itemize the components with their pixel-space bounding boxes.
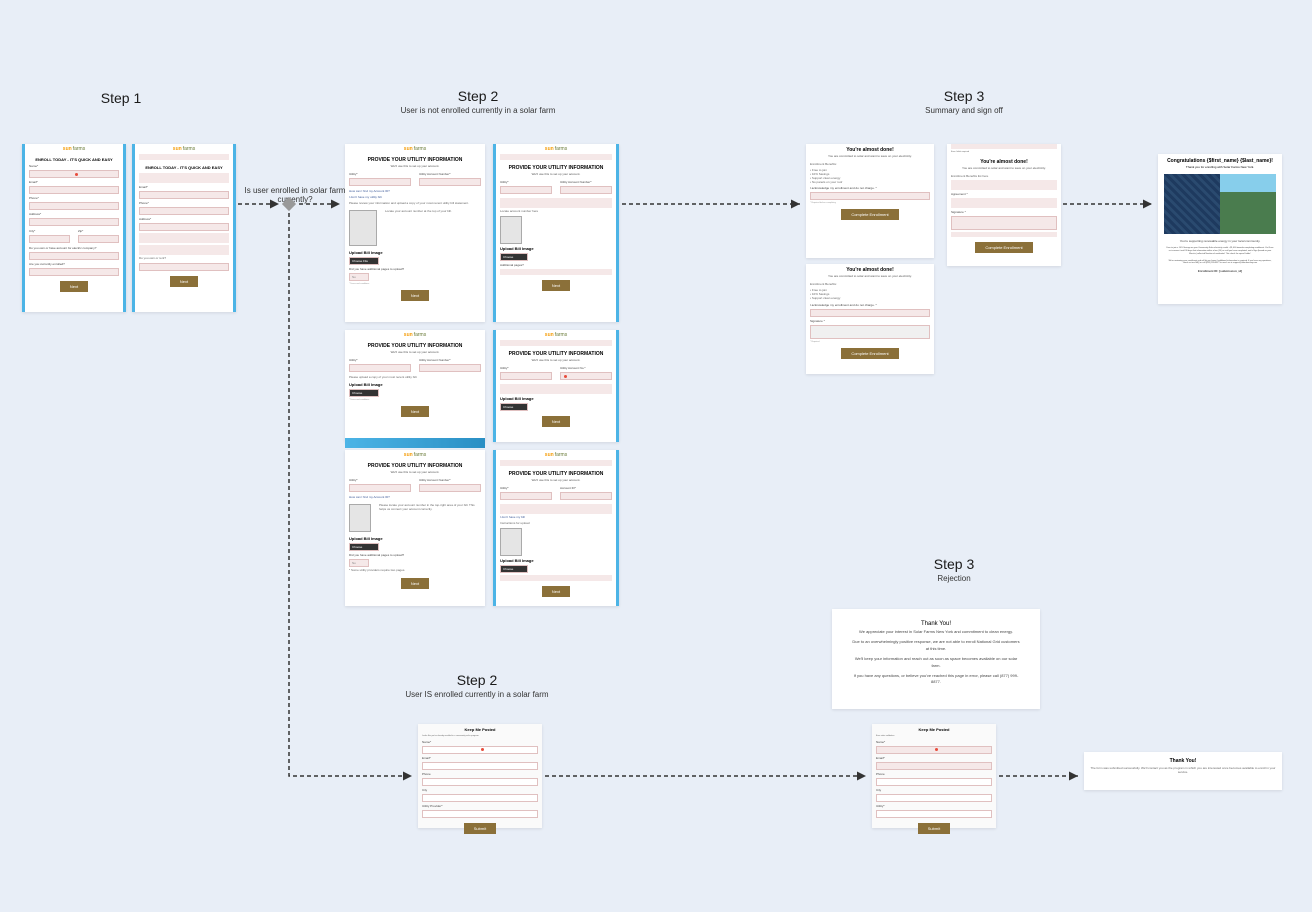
step2b-label: Step 2User IS enrolled currently in a so… bbox=[397, 672, 557, 699]
screen-keep-posted-1: Keep Me Posted Looks like you're already… bbox=[418, 724, 542, 828]
next-button[interactable]: Next bbox=[401, 290, 429, 301]
step2a-label: Step 2User is not enrolled currently in … bbox=[398, 88, 558, 115]
screen-utility-2: sunfarms PROVIDE YOUR UTILITY INFORMATIO… bbox=[345, 330, 485, 442]
screen-utility-3: sunfarms PROVIDE YOUR UTILITY INFORMATIO… bbox=[345, 450, 485, 606]
hero-image bbox=[1164, 174, 1276, 234]
submit-button[interactable]: Submit bbox=[918, 823, 950, 834]
complete-button[interactable]: Complete Enrollment bbox=[841, 209, 898, 220]
complete-button[interactable]: Complete Enrollment bbox=[841, 348, 898, 359]
next-button[interactable]: Next bbox=[542, 280, 570, 291]
screen-utility-2b: sunfarms PROVIDE YOUR UTILITY INFORMATIO… bbox=[493, 330, 619, 442]
decision-label: Is user enrolled in solar farm currently… bbox=[240, 186, 350, 204]
screen-summary-1: You're almost done! You are committed to… bbox=[806, 144, 934, 258]
screen-keep-posted-2: Keep Me Posted Error state validation Na… bbox=[872, 724, 996, 828]
screen-summary-2: Error: fields required You're almost don… bbox=[947, 144, 1061, 266]
next-button[interactable]: Next bbox=[401, 406, 429, 417]
next-button[interactable]: Next bbox=[401, 578, 429, 589]
step1-label: Step 1 bbox=[96, 90, 146, 106]
screen-enroll-1: sunfarms ENROLL TODAY - IT'S QUICK AND E… bbox=[22, 144, 126, 312]
screen-enroll-2: sunfarms ENROLL TODAY - IT'S QUICK AND E… bbox=[132, 144, 236, 312]
screen-utility-3b: sunfarms PROVIDE YOUR UTILITY INFORMATIO… bbox=[493, 450, 619, 606]
step3b-label: Step 3Rejection bbox=[904, 556, 1004, 583]
next-button[interactable]: Next bbox=[542, 586, 570, 597]
step3a-label: Step 3Summary and sign off bbox=[884, 88, 1044, 115]
next-button[interactable]: Next bbox=[170, 276, 198, 287]
screen-congrats: Congratulations {$first_name} {$last_nam… bbox=[1158, 154, 1282, 304]
submit-button[interactable]: Submit bbox=[464, 823, 496, 834]
screen-rejection: Thank You! We appreciate your interest i… bbox=[832, 609, 1040, 709]
complete-button[interactable]: Complete Enrollment bbox=[975, 242, 1032, 253]
screen-utility-1b: sunfarms PROVIDE YOUR UTILITY INFORMATIO… bbox=[493, 144, 619, 322]
next-button[interactable]: Next bbox=[60, 281, 88, 292]
screen-summary-3: You're almost done! You are committed to… bbox=[806, 264, 934, 374]
screen-thanks-final: Thank You! The form was submitted succes… bbox=[1084, 752, 1282, 790]
screen-utility-1: sunfarms PROVIDE YOUR UTILITY INFORMATIO… bbox=[345, 144, 485, 322]
next-button[interactable]: Next bbox=[542, 416, 570, 427]
